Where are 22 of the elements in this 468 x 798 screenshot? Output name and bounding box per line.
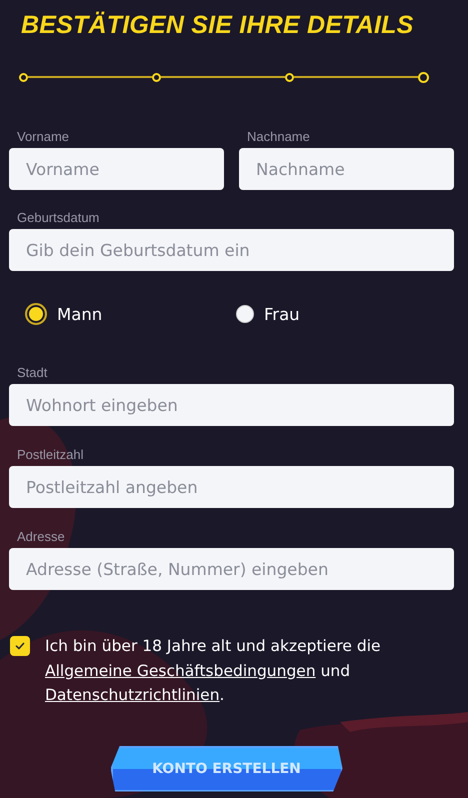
input-field[interactable]: Postleitzahl angeben <box>9 466 454 508</box>
field-label: Postleitzahl <box>17 447 84 462</box>
input-field[interactable]: Wohnort eingeben <box>9 384 454 426</box>
check-icon <box>14 640 26 652</box>
privacy-link[interactable]: Datenschutzrichtlinien <box>45 686 220 704</box>
radio-label[interactable]: Mann <box>57 304 102 324</box>
form-title: BESTÄTIGEN SIE IHRE DETAILS <box>21 10 414 40</box>
input-field[interactable]: Gib dein Geburtsdatum ein <box>9 229 454 271</box>
radio-button[interactable] <box>236 305 254 323</box>
checkbox[interactable] <box>10 636 30 656</box>
input-field[interactable]: Vorname <box>9 148 224 190</box>
field-label: Geburtsdatum <box>17 210 100 225</box>
field-label: Nachname <box>247 129 311 144</box>
input-field[interactable]: Adresse (Straße, Nummer) eingeben <box>9 548 454 590</box>
field-label: Stadt <box>17 365 48 380</box>
terms-link[interactable]: Allgemeine Geschäftsbedingungen <box>45 662 316 680</box>
input-field[interactable]: Nachname <box>239 148 454 190</box>
radio-button[interactable] <box>25 303 47 325</box>
radio-label[interactable]: Frau <box>264 304 300 324</box>
field-label: Adresse <box>17 529 66 544</box>
consent-text: Ich bin über 18 Jahre alt und akzeptiere die Allgemeine Geschäftsbedingungen und Datenschutzrichtlinien. <box>45 636 382 706</box>
field-label: Vorname <box>17 129 70 144</box>
